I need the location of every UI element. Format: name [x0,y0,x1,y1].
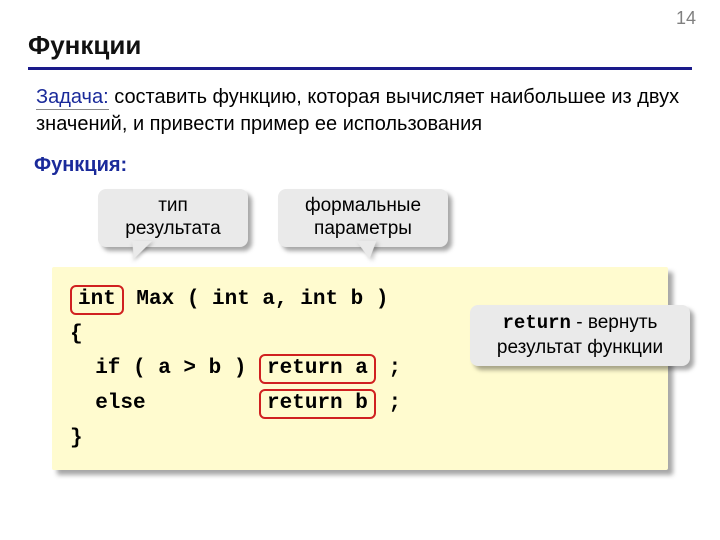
task-label: Задача: [36,86,109,110]
callout-tail [356,241,379,259]
slide-content: Функции Задача: составить функцию, котор… [0,0,720,470]
highlight-int: int [70,285,124,315]
function-heading: Функция: [28,154,692,177]
callout-formal-params: формальные параметры [278,189,448,247]
return-keyword: return [503,312,571,334]
code-block: int Max ( int a, int b ) { if ( a > b ) … [52,267,668,470]
page-number: 14 [676,8,696,29]
task-text: Задача: составить функцию, которая вычис… [28,84,692,138]
code-text: else [70,392,259,415]
highlight-return-a: return a [259,354,376,384]
task-body: составить функцию, которая вычисляет наи… [36,86,679,135]
code-text: ; [376,392,401,415]
slide-title: Функции [28,30,692,70]
code-text: { [70,323,83,346]
callout-return: return - вернуть результат функции [470,305,690,366]
code-text: ; [376,357,401,380]
highlight-return-b: return b [259,389,376,419]
callout-result-type: тип результата [98,189,248,247]
code-text: Max ( int a, int b ) [124,288,389,311]
code-text: if ( a > b ) [70,357,259,380]
code-text: } [70,427,83,450]
callout-row: тип результата формальные параметры [28,187,692,257]
